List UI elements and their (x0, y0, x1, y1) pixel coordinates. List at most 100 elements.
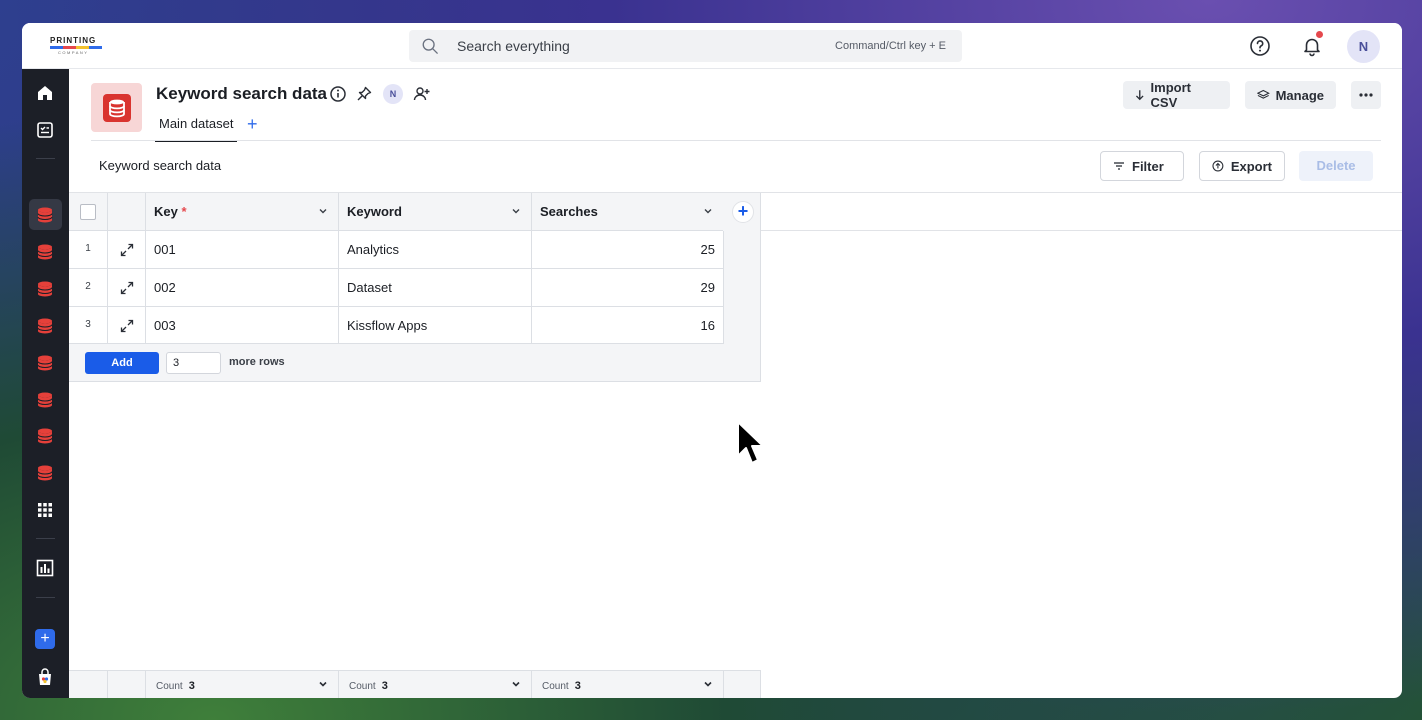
chevron-down-icon[interactable] (703, 679, 713, 689)
expand-row-cell[interactable] (108, 307, 146, 344)
column-header-searches[interactable]: Searches (532, 193, 724, 231)
more-horizontal-icon (1359, 93, 1373, 97)
filter-icon (1114, 162, 1124, 170)
add-rows-button[interactable]: Add (85, 352, 159, 374)
footer-aggregate-keyword[interactable]: Count 3 (339, 671, 532, 698)
dataset-icon[interactable] (35, 353, 55, 373)
more-rows-label: more rows (229, 356, 285, 368)
home-icon[interactable] (35, 83, 55, 103)
table-cell-searches[interactable]: 16 (532, 307, 724, 344)
filter-label: Filter (1132, 158, 1164, 174)
export-button[interactable]: Export (1199, 151, 1285, 181)
cell-text: 16 (700, 318, 715, 333)
expand-header-cell (108, 193, 146, 231)
column-header-keyword[interactable]: Keyword (339, 193, 532, 231)
cell-text: 003 (154, 318, 176, 333)
rows-count-input[interactable] (166, 352, 221, 374)
dataset-icon[interactable] (35, 279, 55, 299)
manage-label: Manage (1275, 87, 1324, 103)
chevron-down-icon[interactable] (511, 206, 521, 216)
dataset-icon[interactable] (35, 205, 55, 225)
sidebar-divider (36, 158, 55, 159)
cell-text: Analytics (347, 242, 400, 257)
notification-badge (1315, 30, 1324, 39)
expand-icon[interactable] (119, 318, 135, 334)
collaborator-avatar[interactable]: N (383, 84, 403, 104)
dataset-icon[interactable] (35, 242, 55, 262)
column-header-key[interactable]: Key * (146, 193, 339, 231)
more-options-button[interactable] (1351, 81, 1381, 109)
table-cell-key[interactable]: 002 (146, 269, 339, 307)
logo-color-bar (50, 46, 102, 49)
analytics-icon[interactable] (35, 558, 55, 578)
database-icon (109, 99, 125, 118)
row-number: 1 (69, 231, 108, 269)
filter-button[interactable]: Filter (1100, 151, 1184, 181)
tasks-icon[interactable] (35, 120, 55, 140)
table-cell-key[interactable]: 003 (146, 307, 339, 344)
help-icon[interactable] (1247, 33, 1273, 59)
pin-icon[interactable] (355, 85, 373, 103)
delete-button[interactable]: Delete (1299, 151, 1373, 181)
create-new-button[interactable]: + (35, 629, 55, 649)
table-cell-keyword[interactable]: Kissflow Apps (339, 307, 532, 344)
add-view-button[interactable]: + (247, 114, 258, 134)
footer-spacer (108, 671, 146, 698)
sidebar-divider (36, 597, 55, 598)
manage-button[interactable]: Manage (1245, 81, 1336, 109)
footer-aggregate-key[interactable]: Count 3 (146, 671, 339, 698)
export-icon (1212, 160, 1224, 172)
search-shortcut-hint: Command/Ctrl key + E (835, 40, 946, 52)
arrow-down-icon (1135, 90, 1144, 101)
marketplace-bag-icon[interactable] (35, 667, 55, 687)
footer-aggregate-searches[interactable]: Count 3 (532, 671, 724, 698)
add-user-icon[interactable] (413, 85, 431, 103)
cell-text: 002 (154, 280, 176, 295)
aggregate-value: 3 (188, 680, 195, 692)
info-icon[interactable] (329, 85, 347, 103)
expand-row-cell[interactable] (108, 231, 146, 269)
search-placeholder: Search everything (457, 38, 570, 54)
dataset-icon[interactable] (35, 390, 55, 410)
header-divider (91, 140, 1381, 141)
required-mark: * (181, 204, 187, 219)
dataset-icon[interactable] (35, 316, 55, 336)
notifications-button[interactable] (1299, 30, 1325, 59)
cell-text: 29 (700, 280, 715, 295)
chevron-down-icon[interactable] (703, 206, 713, 216)
column-keyword-label: Keyword (347, 204, 402, 219)
dataset-icon[interactable] (35, 463, 55, 483)
logo-text: PRINTING (50, 36, 97, 45)
table-cell-searches[interactable]: 25 (532, 231, 724, 269)
table-cell-key[interactable]: 001 (146, 231, 339, 269)
table-cell-keyword[interactable]: Analytics (339, 231, 532, 269)
expand-icon[interactable] (119, 280, 135, 296)
user-avatar[interactable]: N (1347, 30, 1380, 63)
mouse-cursor-icon (737, 421, 764, 464)
expand-icon[interactable] (119, 242, 135, 258)
add-column-button[interactable]: + (732, 201, 754, 223)
chevron-down-icon[interactable] (318, 679, 328, 689)
app-grid-icon[interactable] (35, 500, 55, 520)
global-search[interactable]: Search everything Command/Ctrl key + E (409, 30, 962, 62)
select-all-checkbox[interactable] (80, 204, 96, 220)
footer-spacer (69, 671, 108, 698)
import-csv-button[interactable]: Import CSV (1123, 80, 1230, 110)
search-icon (422, 38, 438, 54)
company-logo[interactable]: PRINTING COMPANY (50, 36, 102, 56)
sidebar-divider (36, 538, 55, 539)
dataset-icon[interactable] (35, 426, 55, 446)
row-number: 3 (69, 307, 108, 344)
expand-row-cell[interactable] (108, 269, 146, 307)
chevron-down-icon[interactable] (318, 206, 328, 216)
table-cell-searches[interactable]: 29 (532, 269, 724, 307)
export-label: Export (1230, 158, 1272, 174)
table-cell-keyword[interactable]: Dataset (339, 269, 532, 307)
dataset-badge (91, 83, 142, 132)
tab-main-dataset[interactable]: Main dataset (155, 116, 238, 142)
row-number: 2 (69, 269, 108, 307)
select-all-cell (69, 193, 108, 231)
aggregate-label: Count (542, 681, 569, 692)
chevron-down-icon[interactable] (511, 679, 521, 689)
top-bar: PRINTING COMPANY Search everything Comma… (22, 23, 1402, 69)
